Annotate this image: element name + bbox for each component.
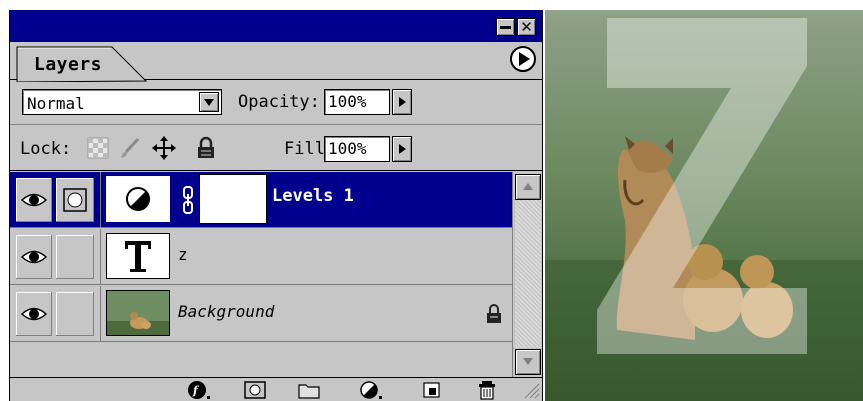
new-group-icon[interactable]: [296, 380, 322, 400]
eye-icon: [20, 193, 48, 207]
column-divider: [100, 229, 101, 285]
adjustment-layer-icon: [126, 187, 150, 211]
lock-fill-row: Lock: Fill: 100%: [10, 126, 542, 171]
lion-photo: Z: [545, 10, 863, 401]
lion-photo-thumbnail: [107, 291, 169, 335]
brush-icon[interactable]: [118, 136, 142, 160]
eye-icon: [20, 307, 48, 321]
visibility-toggle[interactable]: [16, 235, 52, 279]
resize-grip-icon[interactable]: [522, 381, 540, 399]
blend-opacity-row: Normal Opacity: 100%: [10, 81, 542, 125]
adjustment-thumbnail[interactable]: [106, 176, 170, 222]
close-button[interactable]: ✕: [517, 18, 536, 36]
layer-name[interactable]: z: [178, 245, 188, 264]
opacity-input[interactable]: 100%: [324, 89, 390, 115]
scroll-up-button[interactable]: [515, 174, 541, 200]
padlock-icon[interactable]: [194, 136, 218, 160]
text-t-icon: [125, 241, 151, 272]
link-cell[interactable]: [56, 292, 94, 336]
blend-mode-value: Normal: [27, 94, 85, 113]
canvas-preview: Z: [545, 10, 863, 401]
layer-mask-thumbnail[interactable]: [199, 174, 267, 224]
scroll-down-button[interactable]: [515, 349, 541, 375]
opacity-slider-arrow[interactable]: [392, 89, 412, 115]
blend-mode-select[interactable]: Normal: [22, 89, 222, 115]
opacity-label: Opacity:: [238, 92, 320, 112]
eye-icon: [20, 250, 48, 264]
visibility-toggle[interactable]: [16, 178, 52, 222]
palette-menu-button[interactable]: [510, 46, 536, 72]
text-thumbnail[interactable]: [106, 233, 170, 279]
palette-bottom-bar: f: [10, 377, 542, 401]
fill-slider-arrow[interactable]: [392, 136, 412, 162]
minimize-button[interactable]: [496, 18, 515, 36]
adjustment-layer-icon[interactable]: [358, 380, 384, 400]
column-divider: [100, 172, 101, 228]
new-layer-icon[interactable]: [418, 380, 444, 400]
chain-link-icon[interactable]: [180, 186, 196, 214]
layer-row-text[interactable]: z: [10, 229, 512, 285]
trash-icon[interactable]: [474, 380, 500, 400]
move-icon[interactable]: [152, 136, 176, 160]
layers-list: Levels 1 z Background: [10, 172, 512, 377]
layers-scrollbar[interactable]: [512, 172, 542, 377]
tab-layers[interactable]: Layers: [34, 54, 102, 75]
visibility-toggle[interactable]: [16, 292, 52, 336]
layer-name[interactable]: Levels 1: [272, 186, 354, 206]
checker-icon[interactable]: [86, 136, 110, 160]
fill-input[interactable]: 100%: [324, 136, 390, 162]
layer-row-background[interactable]: Background: [10, 286, 512, 342]
lock-label: Lock:: [20, 139, 72, 159]
chevron-down-icon[interactable]: [199, 92, 219, 112]
link-cell[interactable]: [56, 235, 94, 279]
layer-style-icon[interactable]: f: [186, 380, 212, 400]
padlock-icon: [487, 304, 501, 323]
mask-icon: [63, 188, 87, 212]
column-divider: [100, 286, 101, 342]
layer-mask-indicator[interactable]: [56, 178, 94, 222]
layer-row-levels[interactable]: Levels 1: [10, 172, 512, 228]
layers-palette: ✕ Layers Normal Opacity: 100% Lock: Fill…: [9, 10, 543, 401]
add-mask-icon[interactable]: [242, 380, 268, 400]
layer-name[interactable]: Background: [178, 302, 274, 321]
background-thumbnail[interactable]: [106, 290, 170, 336]
tab-row: Layers: [10, 42, 542, 82]
palette-title-bar[interactable]: ✕: [10, 10, 542, 42]
scroll-track[interactable]: [515, 200, 541, 348]
